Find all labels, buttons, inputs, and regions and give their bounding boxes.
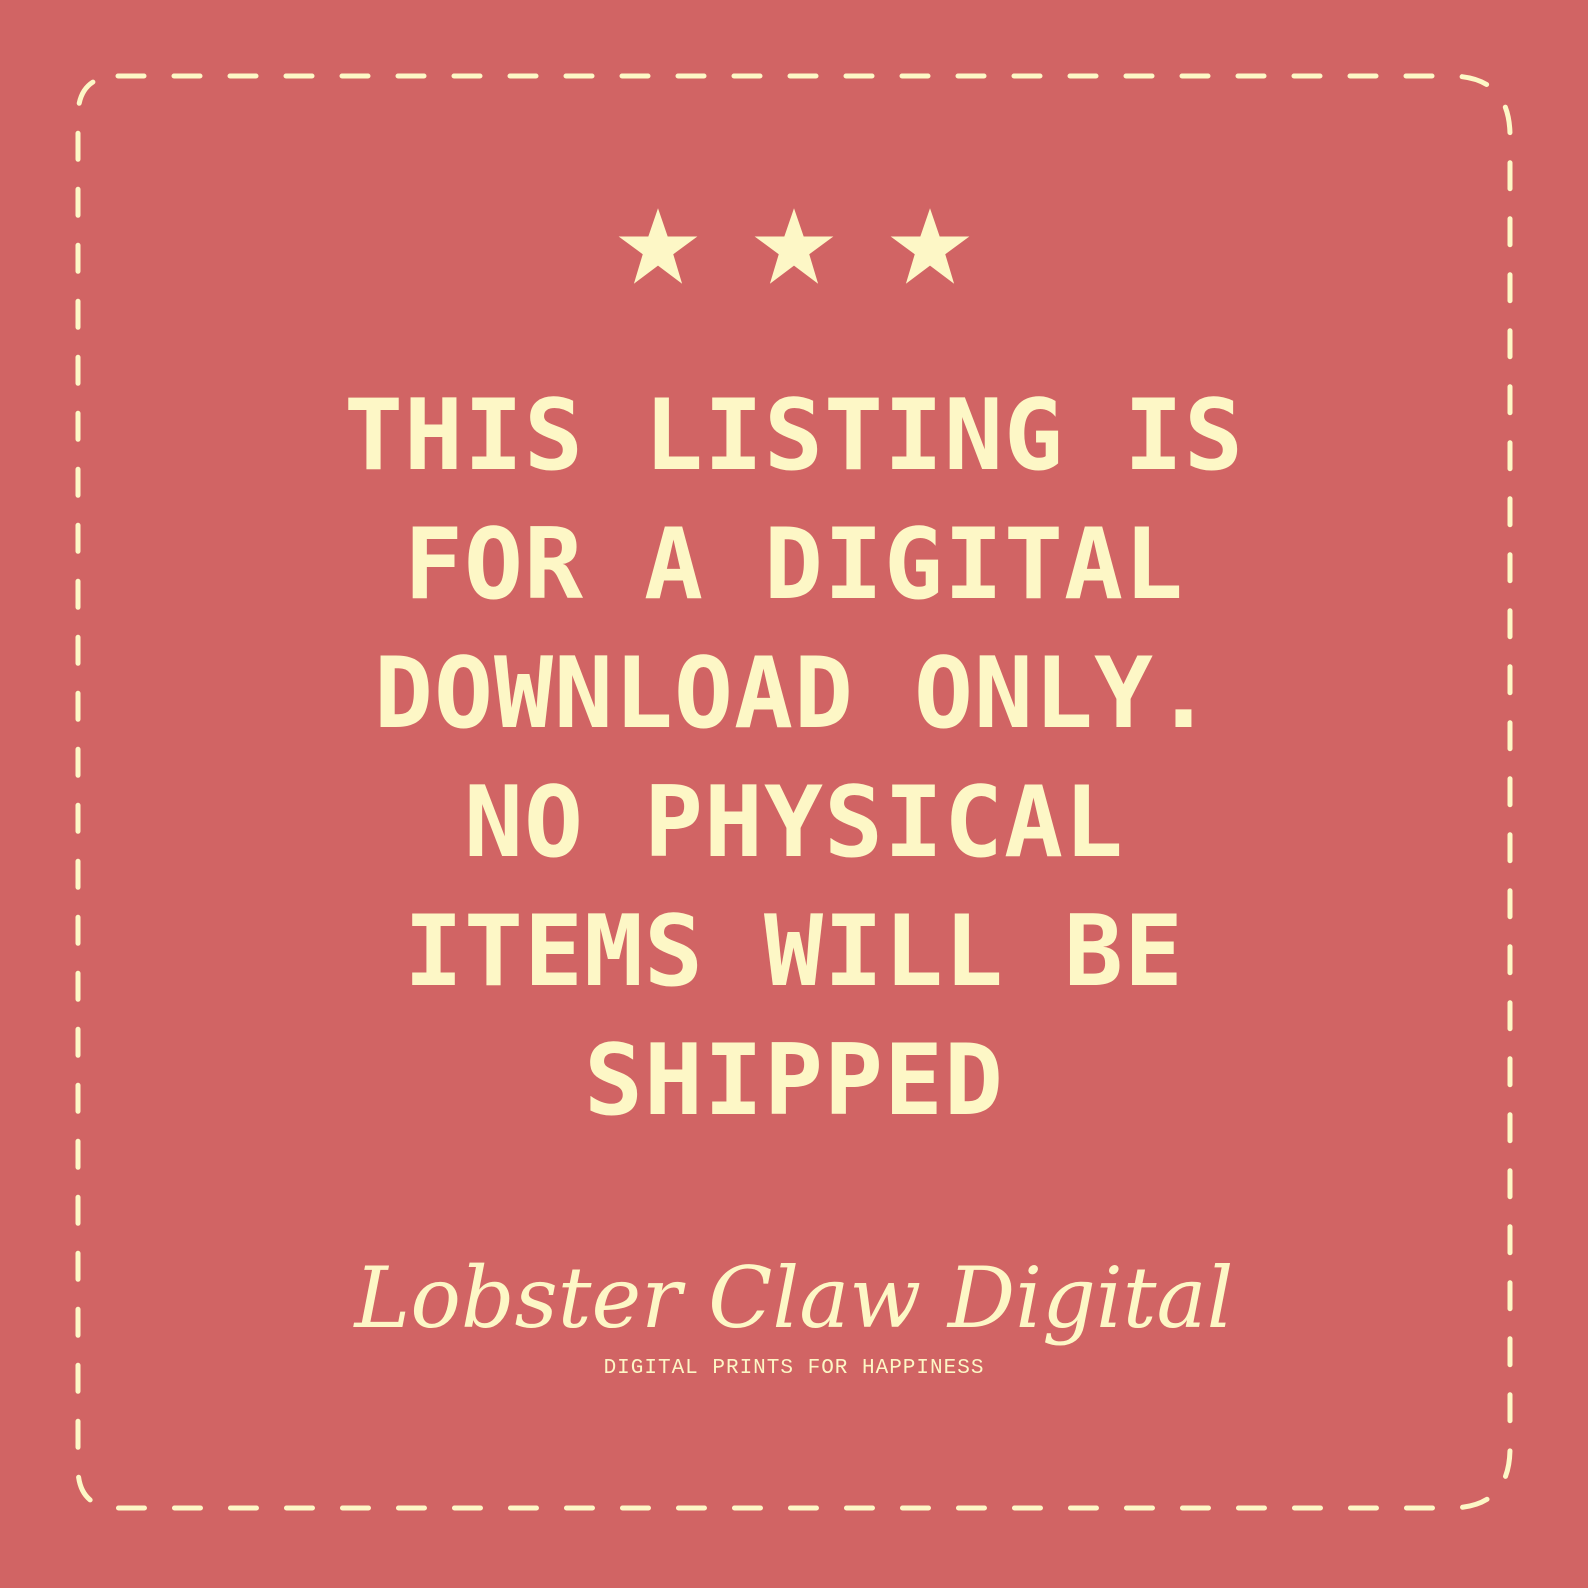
message-line: NO PHYSICAL: [463, 766, 1124, 880]
message-line: THIS LISTING IS: [343, 379, 1244, 493]
star-icon: [618, 208, 698, 284]
message-line: ITEMS WILL BE: [403, 895, 1184, 1009]
message-line: FOR A DIGITAL: [403, 508, 1184, 622]
star-icon: [890, 208, 970, 284]
brand-logo-text: Lobster Claw Digital: [354, 1249, 1234, 1347]
brand-tagline: DIGITAL PRINTS FOR HAPPINESS: [603, 1357, 985, 1380]
message-line: SHIPPED: [583, 1024, 1004, 1138]
message-line: DOWNLOAD ONLY.: [373, 637, 1214, 751]
notice-message: THIS LISTING IS FOR A DIGITAL DOWNLOAD O…: [0, 372, 1588, 1146]
star-icon: [754, 208, 834, 284]
star-row: [0, 206, 1588, 306]
